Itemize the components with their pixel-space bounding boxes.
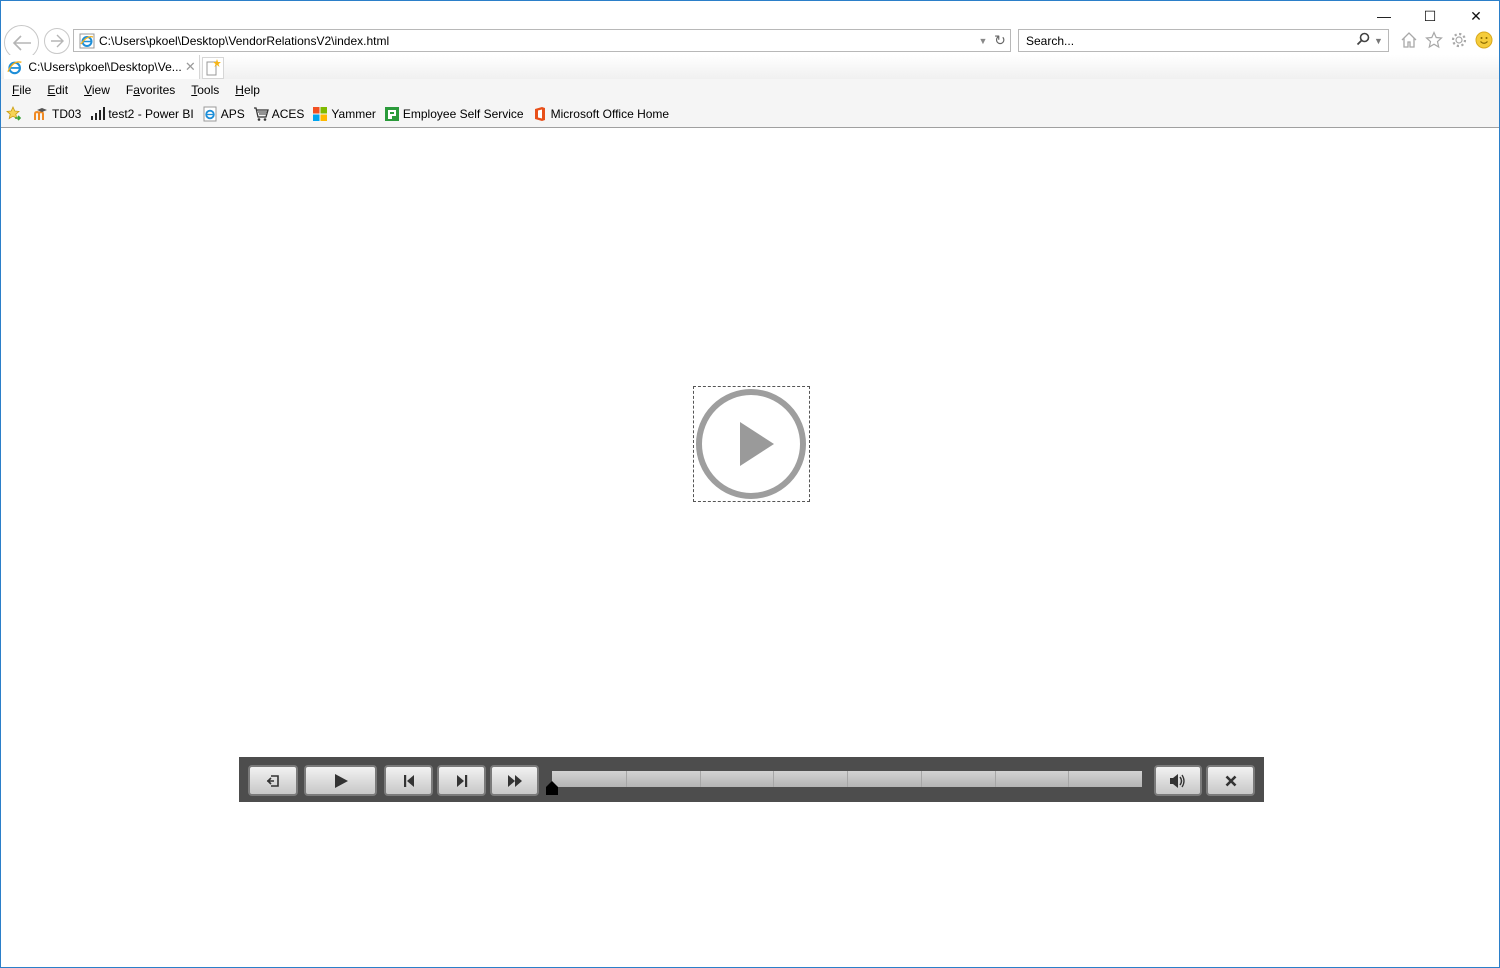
refresh-icon[interactable]: ↻ (990, 32, 1010, 49)
page-content (2, 129, 1498, 966)
favorite-label: TD03 (52, 107, 82, 121)
office-icon (534, 107, 545, 121)
volume-icon (1170, 773, 1185, 788)
seek-segment-divider (626, 771, 627, 787)
play-button[interactable] (304, 765, 377, 796)
next-button[interactable] (437, 765, 486, 796)
address-input[interactable]: C:\Users\pkoel\Desktop\VendorRelationsV2… (99, 34, 976, 48)
favorites-bar: TD03 test2 - Power BI APS ACES Yammer Em… (1, 101, 1499, 128)
seek-segment-divider (847, 771, 848, 787)
address-dropdown-icon[interactable]: ▼ (976, 36, 990, 46)
favorite-yammer[interactable]: Yammer (312, 106, 376, 122)
address-bar[interactable]: C:\Users\pkoel\Desktop\VendorRelationsV2… (73, 29, 1011, 52)
new-tab-button[interactable] (202, 57, 224, 79)
search-dropdown-icon[interactable]: ▼ (1374, 36, 1388, 46)
menu-file[interactable]: File (12, 83, 31, 97)
menu-edit[interactable]: Edit (47, 83, 68, 97)
new-tab-icon (206, 59, 221, 76)
tab-close-icon[interactable]: ✕ (182, 59, 199, 75)
menu-tools[interactable]: Tools (191, 83, 219, 97)
favorite-aces[interactable]: ACES (253, 106, 305, 122)
exit-icon (266, 774, 279, 787)
search-box[interactable]: ▼ (1018, 29, 1389, 52)
ie-page-icon (79, 33, 95, 48)
menu-view[interactable]: View (84, 83, 110, 97)
ess-icon (384, 107, 399, 121)
favorite-label: Microsoft Office Home (550, 107, 670, 121)
forward-button[interactable] (44, 28, 70, 54)
favorite-label: APS (220, 107, 245, 121)
exit-button[interactable] (248, 765, 298, 796)
seek-segment-divider (700, 771, 701, 787)
favorite-employee-self-service[interactable]: Employee Self Service (384, 106, 524, 122)
menu-favorites[interactable]: Favorites (126, 83, 175, 97)
skip-previous-icon (403, 774, 414, 787)
play-circle-icon (696, 389, 806, 499)
favorites-star-icon[interactable] (1424, 29, 1444, 51)
skip-next-icon (456, 774, 467, 787)
fast-forward-icon (507, 774, 522, 787)
forward-arrow-icon (51, 34, 64, 48)
browser-window: — ☐ ✕ C:\Users\pkoel\Desktop\VendorRelat… (0, 0, 1500, 968)
menu-bar: File Edit View Favorites Tools Help (1, 79, 1499, 101)
back-arrow-icon (12, 34, 31, 51)
tab-title: C:\Users\pkoel\Desktop\Ve... (28, 60, 182, 74)
play-icon (334, 773, 348, 788)
fast-forward-button[interactable] (490, 765, 539, 796)
ie-page-icon (203, 106, 217, 122)
settings-gear-icon[interactable] (1449, 29, 1469, 51)
power-bi-icon (91, 107, 106, 120)
favorite-label: test2 - Power BI (108, 107, 194, 121)
ie-logo-icon (7, 61, 22, 75)
shopping-cart-icon (253, 107, 269, 121)
seek-segment-divider (995, 771, 996, 787)
favorite-aps[interactable]: APS (202, 106, 245, 122)
search-icon[interactable] (1356, 32, 1374, 49)
favorite-microsoft-office-home[interactable]: Microsoft Office Home (532, 106, 669, 122)
seek-segment-divider (773, 771, 774, 787)
close-icon (1225, 775, 1236, 786)
seek-handle[interactable] (546, 781, 558, 795)
previous-button[interactable] (384, 765, 433, 796)
favorite-label: Employee Self Service (402, 107, 524, 121)
home-icon[interactable] (1399, 29, 1419, 51)
big-play-button[interactable] (693, 386, 810, 502)
favorite-label: ACES (271, 107, 305, 121)
close-player-button[interactable] (1206, 765, 1255, 796)
browser-toolbar-icons (1399, 29, 1494, 51)
feedback-smiley-icon[interactable] (1474, 29, 1494, 51)
moodle-icon (34, 108, 47, 120)
menu-help[interactable]: Help (235, 83, 260, 97)
favorite-label: Yammer (331, 107, 376, 121)
seek-bar[interactable] (552, 771, 1142, 787)
media-player-controls (239, 757, 1264, 802)
add-to-favorites-bar-button[interactable] (6, 106, 25, 122)
seek-segment-divider (1068, 771, 1069, 787)
tab-active[interactable]: C:\Users\pkoel\Desktop\Ve... ✕ (4, 55, 200, 79)
tab-strip: C:\Users\pkoel\Desktop\Ve... ✕ (1, 55, 1499, 79)
seek-segment-divider (921, 771, 922, 787)
microsoft-logo-icon (313, 107, 328, 121)
navigation-bar: C:\Users\pkoel\Desktop\VendorRelationsV2… (1, 25, 1499, 60)
search-input[interactable] (1026, 33, 1356, 48)
favorite-td03[interactable]: TD03 (33, 106, 81, 122)
volume-button[interactable] (1154, 765, 1202, 796)
add-favorite-star-icon (6, 106, 22, 121)
favorite-power-bi[interactable]: test2 - Power BI (89, 106, 194, 122)
